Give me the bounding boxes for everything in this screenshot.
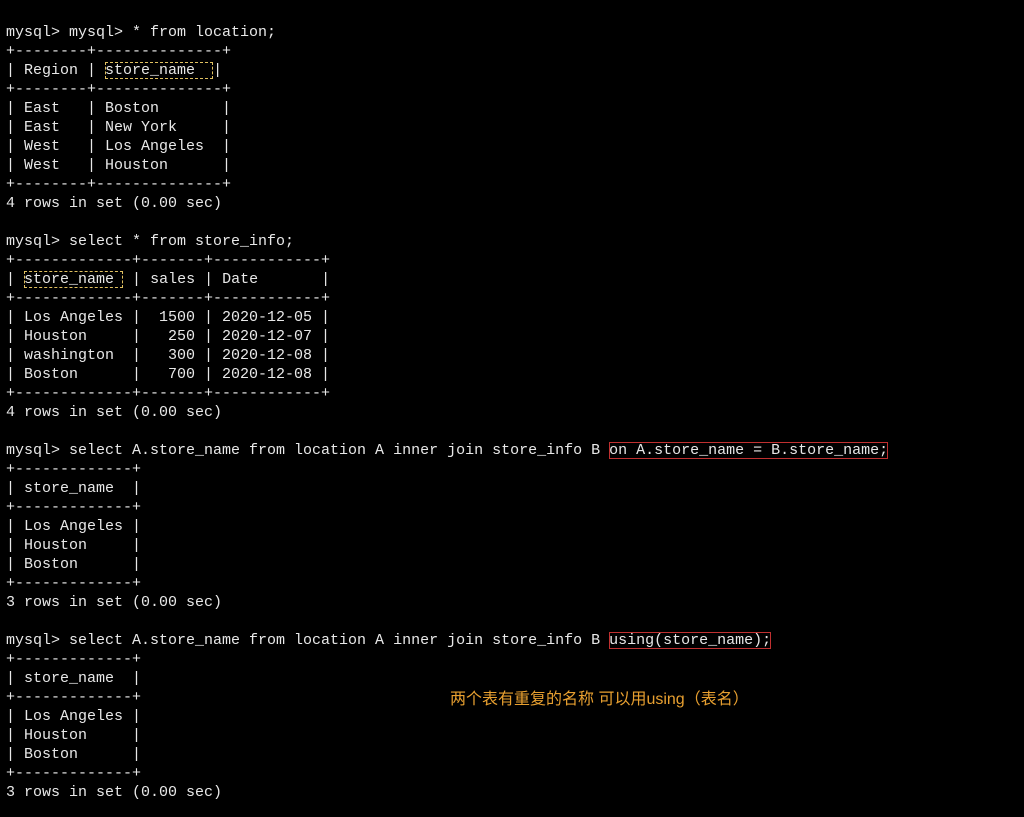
q4-sep-bot: +-------------+: [6, 765, 141, 782]
q1-sep-top: +--------+--------------+: [6, 43, 231, 60]
q2-hdr-mid2: |: [195, 271, 222, 288]
q1-hdr-post: |: [213, 62, 222, 79]
q1-row2: | East | New York |: [6, 119, 231, 136]
q2-row2: | Houston | 250 | 2020-12-07 |: [6, 328, 330, 345]
q3-row1: | Los Angeles |: [6, 518, 141, 535]
q2-status: 4 rows in set (0.00 sec): [6, 404, 222, 421]
q3-sep-bot: +-------------+: [6, 575, 141, 592]
q1-row1: | East | Boston |: [6, 100, 231, 117]
q2-hdr-mid1: |: [123, 271, 150, 288]
q4-status: 3 rows in set (0.00 sec): [6, 784, 222, 801]
q4-hdr: | store_name |: [6, 670, 141, 687]
q3-row2: | Houston |: [6, 537, 141, 554]
q1-sep-bot: +--------+--------------+: [6, 176, 231, 193]
q3-hdr: | store_name |: [6, 480, 141, 497]
q3-prompt-on-clause: on A.store_name = B.store_name;: [609, 442, 888, 459]
q1-col-store-name: store_name: [105, 62, 213, 79]
q1-prompt: mysql> mysql> * from location;: [6, 24, 276, 41]
q2-col-sales: sales: [150, 271, 195, 288]
q3-status: 3 rows in set (0.00 sec): [6, 594, 222, 611]
q3-row3: | Boston |: [6, 556, 141, 573]
q2-sep-bot: +-------------+-------+------------+: [6, 385, 330, 402]
q2-prompt: mysql> select * from store_info;: [6, 233, 294, 250]
q2-row3: | washington | 300 | 2020-12-08 |: [6, 347, 330, 364]
q4-row3: | Boston |: [6, 746, 141, 763]
q1-row3: | West | Los Angeles |: [6, 138, 231, 155]
q1-sep-mid: +--------+--------------+: [6, 81, 231, 98]
q2-row4: | Boston | 700 | 2020-12-08 |: [6, 366, 330, 383]
q4-row1: | Los Angeles |: [6, 708, 141, 725]
q2-sep-top: +-------------+-------+------------+: [6, 252, 330, 269]
q2-sep-mid: +-------------+-------+------------+: [6, 290, 330, 307]
q4-prompt-pre: mysql> select A.store_name from location…: [6, 632, 609, 649]
q1-hdr-pre: |: [6, 62, 24, 79]
q4-prompt-using-clause: using(store_name);: [609, 632, 771, 649]
q1-status: 4 rows in set (0.00 sec): [6, 195, 222, 212]
q3-sep-top: +-------------+: [6, 461, 141, 478]
q2-hdr-pre: |: [6, 271, 24, 288]
q4-sep-top: +-------------+: [6, 651, 141, 668]
q4-row2: | Houston |: [6, 727, 141, 744]
q1-hdr-mid: |: [78, 62, 105, 79]
q3-prompt-pre: mysql> select A.store_name from location…: [6, 442, 609, 459]
q2-row1: | Los Angeles | 1500 | 2020-12-05 |: [6, 309, 330, 326]
annotation-text: 两个表有重复的名称 可以用using（表名）: [450, 690, 749, 709]
q4-sep-mid: +-------------+: [6, 689, 141, 706]
q1-row4: | West | Houston |: [6, 157, 231, 174]
q2-col-date: Date: [222, 271, 312, 288]
q2-hdr-post: |: [312, 271, 330, 288]
terminal-output: mysql> mysql> * from location; +--------…: [0, 0, 1024, 817]
q1-col-region: Region: [24, 62, 78, 79]
q3-sep-mid: +-------------+: [6, 499, 141, 516]
q2-col-store-name: store_name: [24, 271, 123, 288]
